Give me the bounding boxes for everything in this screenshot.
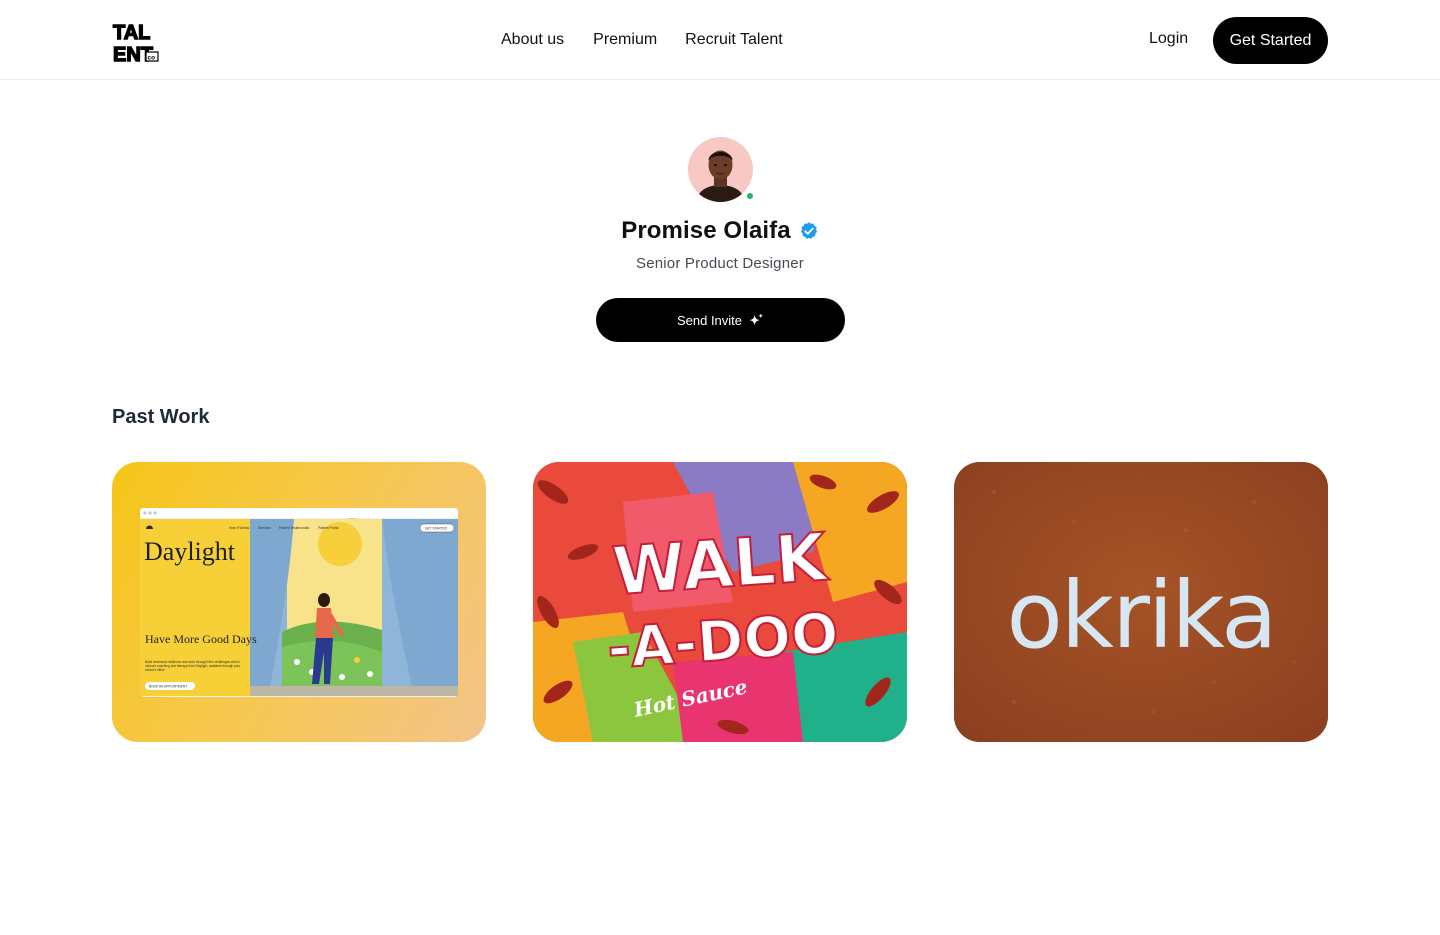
nav-about-us[interactable]: About us (501, 31, 564, 49)
avatar-image (688, 137, 753, 202)
past-work-card-daylight[interactable]: How It Works Services Patient Testimonia… (112, 462, 486, 742)
daylight-nav-1: How It Works (229, 526, 249, 530)
daylight-nav-cta: GET STARTED (425, 526, 448, 530)
daylight-nav-3: Patient Testimonials (279, 526, 309, 530)
verified-badge-icon (800, 222, 817, 239)
get-started-button[interactable]: Get Started (1213, 17, 1328, 64)
profile-name: Promise Olaifa (621, 217, 791, 244)
daylight-nav-4: Patient Portal (318, 526, 339, 530)
past-work-card-walk-a-doo[interactable]: WALK -A-DOO Hot Sauce (533, 462, 907, 742)
talent-logo[interactable]: TAL ENT co (112, 19, 159, 64)
profile-role: Senior Product Designer (635, 255, 805, 272)
avatar (688, 137, 754, 202)
daylight-cta: BOOK AN APPOINTMENT (149, 684, 187, 688)
daylight-nav-2: Services (258, 526, 271, 530)
daylight-body: Build emotional resilience and work thro… (145, 660, 241, 673)
send-invite-label: Send Invite (676, 312, 743, 328)
daylight-title: Daylight (144, 537, 236, 566)
nav-premium[interactable]: Premium (593, 31, 657, 49)
main-nav: About us Premium Recruit Talent (501, 0, 783, 80)
past-work-title: Past Work (112, 406, 210, 428)
walk-a-doo-line-1: WALK (610, 518, 832, 610)
logo-badge: co (148, 55, 156, 62)
profile-name-row: Promise Olaifa (0, 217, 1440, 245)
online-status-indicator (746, 192, 754, 200)
logo-line-1: TAL (113, 22, 150, 44)
past-work-card-okrika[interactable]: okrika (954, 462, 1328, 742)
nav-recruit-talent[interactable]: Recruit Talent (685, 31, 783, 49)
sparkle-icon (749, 312, 764, 325)
okrika-wordmark: okrika (1007, 562, 1276, 669)
login-link[interactable]: Login (1149, 30, 1188, 48)
site-header: TAL ENT co About us Premium Recruit Tale… (0, 0, 1440, 80)
send-invite-button[interactable]: Send Invite (596, 298, 845, 342)
daylight-headline: Have More Good Days (145, 632, 257, 646)
